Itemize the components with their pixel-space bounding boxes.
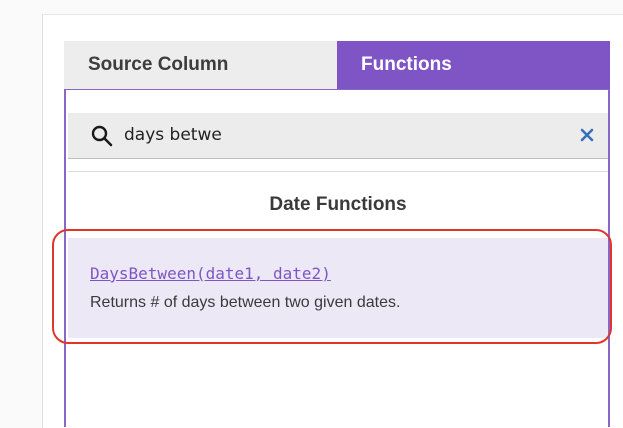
tab-source-column[interactable]: Source Column xyxy=(64,41,337,89)
function-result-item[interactable]: DaysBetween(date1, date2) Returns # of d… xyxy=(68,238,608,338)
search-input[interactable] xyxy=(124,121,554,149)
tab-functions[interactable]: Functions xyxy=(337,41,610,89)
functions-panel: Date Functions DaysBetween(date1, date2)… xyxy=(64,89,610,427)
function-name-link[interactable]: DaysBetween(date1, date2) xyxy=(90,264,331,283)
search-bar xyxy=(68,113,608,159)
function-description: Returns # of days between two given date… xyxy=(90,294,401,311)
close-icon[interactable] xyxy=(576,124,598,146)
tab-bar: Source Column Functions xyxy=(64,41,610,89)
section-title: Date Functions xyxy=(269,194,407,215)
search-icon xyxy=(90,124,114,148)
divider xyxy=(68,171,608,172)
